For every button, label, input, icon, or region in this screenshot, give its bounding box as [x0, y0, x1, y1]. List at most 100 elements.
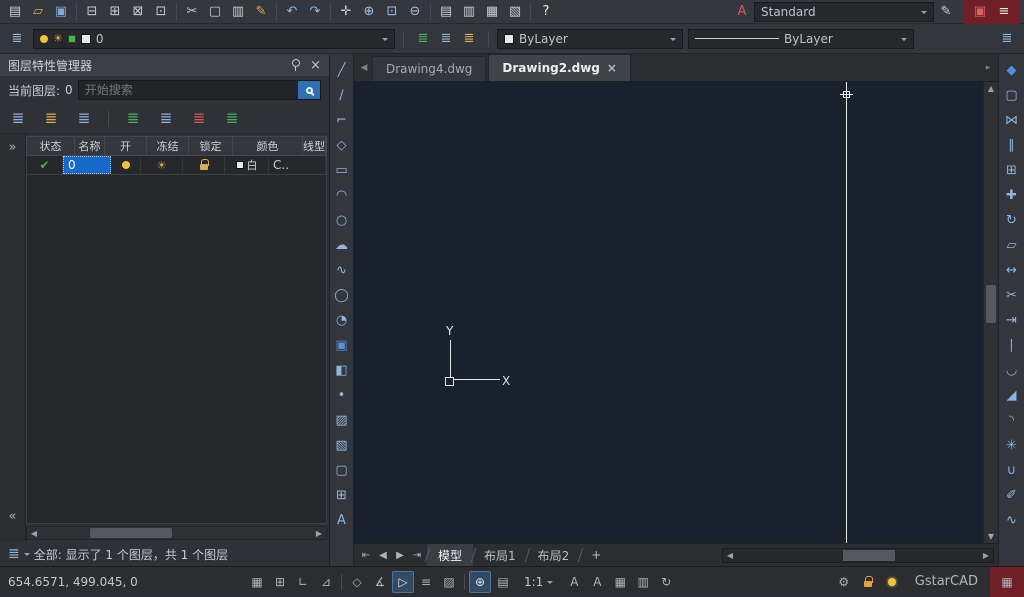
tab-drawing2-dwg[interactable]: Drawing2.dwg ×: [488, 54, 631, 81]
lock-ui-icon[interactable]: [857, 571, 879, 593]
close-tab-icon[interactable]: ×: [607, 62, 617, 74]
clean-screen-icon[interactable]: ↻: [655, 571, 677, 593]
region-icon[interactable]: ▢: [332, 459, 352, 481]
vertical-scrollbar[interactable]: ▲ ▼: [983, 82, 998, 543]
scrollbar-thumb[interactable]: [843, 550, 895, 561]
scroll-left-icon[interactable]: ◀: [723, 551, 737, 560]
copy-icon[interactable]: ▢: [1002, 84, 1022, 106]
column-header[interactable]: 颜色: [233, 137, 303, 155]
column-header[interactable]: 开: [105, 137, 147, 155]
search-input[interactable]: [85, 83, 298, 97]
zoom-realtime-icon[interactable]: ⊕: [358, 2, 380, 22]
isolate-objects-icon[interactable]: [881, 571, 903, 593]
layer-color-cell[interactable]: 白: [225, 156, 269, 174]
zoom-window-icon[interactable]: ⊡: [381, 2, 403, 22]
scrollbar-thumb[interactable]: [986, 285, 996, 323]
layer-status-cell[interactable]: ✔: [27, 156, 63, 174]
new-group-filter-icon[interactable]: ≣: [39, 107, 63, 131]
help-icon[interactable]: ?: [535, 2, 557, 22]
zoom-previous-icon[interactable]: ⊖: [404, 2, 426, 22]
scale-icon[interactable]: ▱: [1002, 234, 1022, 256]
tool-palettes-icon[interactable]: ▦: [481, 2, 503, 22]
fillet-icon[interactable]: ◝: [1002, 409, 1022, 431]
column-header[interactable]: 冻结: [147, 137, 189, 155]
join-icon[interactable]: ∪: [1002, 459, 1022, 481]
construction-line-icon[interactable]: ∕: [332, 84, 352, 106]
pin-icon[interactable]: [290, 59, 300, 71]
pan-icon[interactable]: ✛: [335, 2, 357, 22]
make-block-icon[interactable]: ◧: [332, 359, 352, 381]
gradient-icon[interactable]: ▧: [332, 434, 352, 456]
layer-states-manager-icon[interactable]: ≣: [72, 107, 96, 131]
mirror-icon[interactable]: ⋈: [1002, 109, 1022, 131]
selection-cycling-icon[interactable]: ⊕: [469, 571, 491, 593]
offset-icon[interactable]: ∥: [1002, 134, 1022, 156]
tab-scroll-right-icon[interactable]: ▸: [980, 56, 996, 80]
annotation-visibility-icon[interactable]: A: [563, 571, 585, 593]
units-icon[interactable]: ▥: [632, 571, 654, 593]
object-snap-tracking-icon[interactable]: ∡: [369, 571, 391, 593]
open-icon[interactable]: ▱: [27, 2, 49, 22]
layer-properties-icon[interactable]: ≣: [6, 29, 28, 49]
revision-cloud-icon[interactable]: ☁: [332, 234, 352, 256]
scrollbar-track[interactable]: [41, 527, 312, 539]
lineweight-display-icon[interactable]: ≡: [415, 571, 437, 593]
drawing-canvas[interactable]: Y X: [354, 82, 983, 543]
expand-filter-pane-icon[interactable]: »: [9, 140, 17, 155]
break-at-point-icon[interactable]: ∣: [1002, 334, 1022, 356]
layer-translator-icon[interactable]: ≣: [996, 29, 1018, 49]
layer-on-cell[interactable]: [111, 156, 141, 174]
undo-icon[interactable]: ↶: [281, 2, 303, 22]
publish-icon[interactable]: ⊠: [127, 2, 149, 22]
palette-titlebar[interactable]: 图层特性管理器 ×: [0, 54, 329, 76]
trim-icon[interactable]: ✂: [1002, 284, 1022, 306]
scroll-right-icon[interactable]: ▶: [312, 529, 326, 538]
tab-drawing4-dwg[interactable]: Drawing4.dwg: [372, 56, 486, 81]
new-vp-frozen-layer-icon[interactable]: ≣: [154, 107, 178, 131]
dynamic-input-icon[interactable]: ▷: [392, 571, 414, 593]
set-current-layer-icon[interactable]: ≣: [220, 107, 244, 131]
tab-layout1[interactable]: 布局1: [473, 544, 527, 566]
line-icon[interactable]: ╱: [332, 59, 352, 81]
redo-icon[interactable]: ↷: [304, 2, 326, 22]
text-style-combo[interactable]: Standard: [754, 2, 934, 22]
new-property-filter-icon[interactable]: ≣: [6, 107, 30, 131]
next-layout-icon[interactable]: ▶: [392, 550, 408, 561]
close-icon[interactable]: ×: [310, 59, 321, 72]
layer-states-icon[interactable]: ≣: [458, 29, 480, 49]
add-scales-icon[interactable]: A: [586, 571, 608, 593]
explode-icon[interactable]: ✳: [1002, 434, 1022, 456]
column-header[interactable]: 锁定: [189, 137, 233, 155]
plot-icon[interactable]: ⊟: [81, 2, 103, 22]
annotation-scale-combo[interactable]: 1:1: [516, 575, 561, 589]
fullscreen-icon[interactable]: ▣: [969, 2, 991, 22]
column-header[interactable]: 名称: [75, 137, 105, 155]
sheet-set-icon[interactable]: ▧: [504, 2, 526, 22]
color-combo[interactable]: ByLayer: [497, 29, 683, 49]
properties-palette-icon[interactable]: ▤: [435, 2, 457, 22]
array-icon[interactable]: ⊞: [1002, 159, 1022, 181]
designcenter-icon[interactable]: ▥: [458, 2, 480, 22]
prev-layout-icon[interactable]: ◀: [375, 550, 391, 561]
layer-list-hscrollbar[interactable]: ◀ ▶: [26, 526, 327, 540]
layer-filter-icon[interactable]: ≣: [8, 546, 20, 562]
new-layer-icon[interactable]: ≣: [121, 107, 145, 131]
edit-polyline-icon[interactable]: ✐: [1002, 484, 1022, 506]
save-icon[interactable]: ▣: [50, 2, 72, 22]
tab-model[interactable]: 模型: [427, 544, 473, 566]
move-icon[interactable]: ✚: [1002, 184, 1022, 206]
polygon-icon[interactable]: ◇: [332, 134, 352, 156]
last-layout-icon[interactable]: ⇥: [409, 550, 425, 561]
horizontal-scrollbar[interactable]: ◀ ▶: [722, 548, 994, 563]
break-icon[interactable]: ◡: [1002, 359, 1022, 381]
scrollbar-thumb[interactable]: [90, 528, 172, 538]
extend-icon[interactable]: ⇥: [1002, 309, 1022, 331]
tab-layout2[interactable]: 布局2: [527, 544, 581, 566]
hatch-icon[interactable]: ▨: [332, 409, 352, 431]
layer-linetype-cell[interactable]: C..: [269, 156, 326, 174]
rectangle-icon[interactable]: ▭: [332, 159, 352, 181]
ellipse-arc-icon[interactable]: ◔: [332, 309, 352, 331]
copy-icon[interactable]: ▢: [204, 2, 226, 22]
spline-icon[interactable]: ∿: [332, 259, 352, 281]
new-icon[interactable]: ▤: [4, 2, 26, 22]
